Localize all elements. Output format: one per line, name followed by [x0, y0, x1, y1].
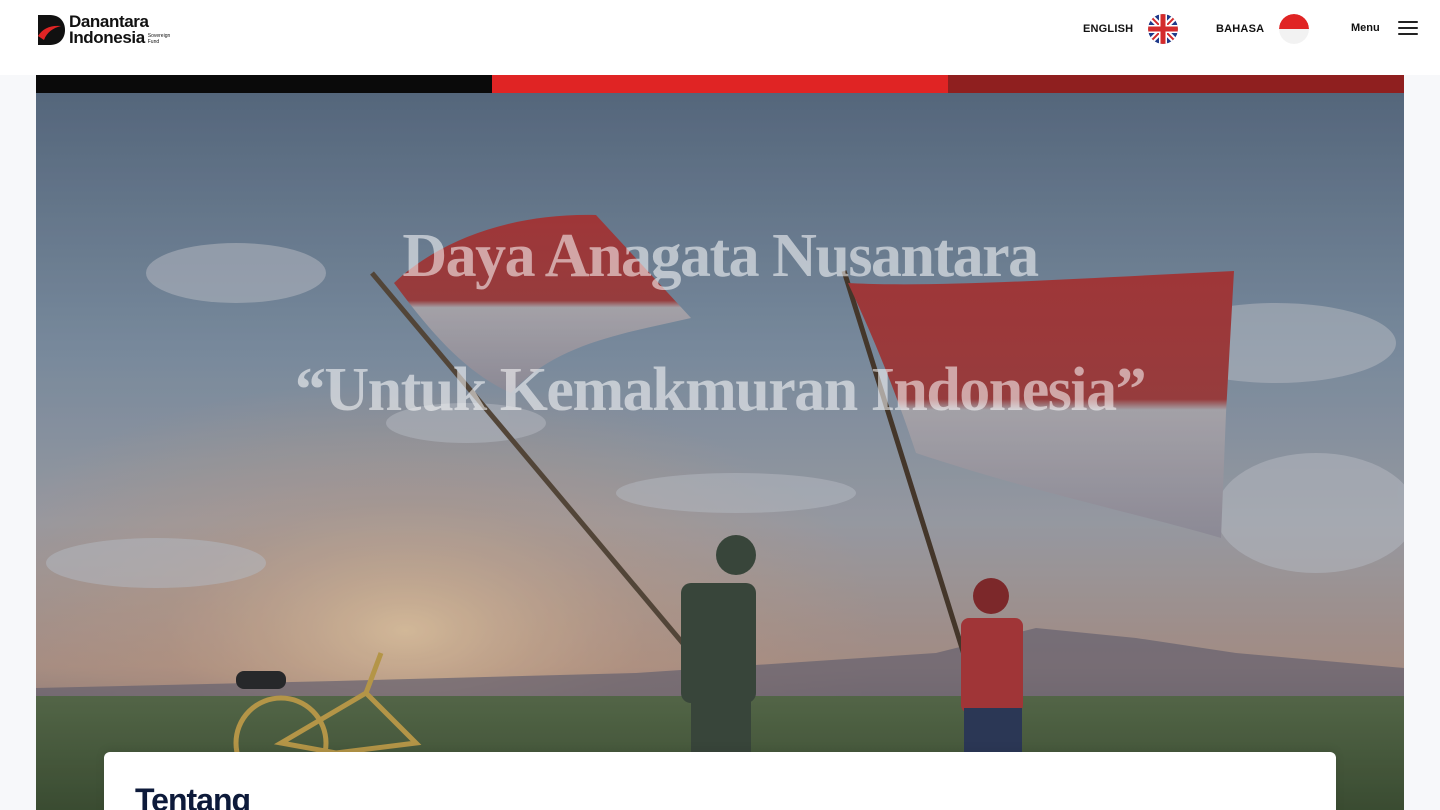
hero-title: Daya Anagata Nusantara — [402, 222, 1039, 290]
uk-flag-icon — [1148, 14, 1179, 44]
logo-line2: Indonesia — [69, 28, 145, 47]
indonesia-flag-icon — [1279, 14, 1310, 44]
language-english-label: ENGLISH — [1083, 23, 1134, 35]
logo-wordmark: Danantara Indonesia Sovereign Fund — [69, 13, 171, 47]
strip-dark-red — [948, 75, 1404, 93]
menu-label: Menu — [1351, 22, 1380, 34]
hero-subtitle: “Untuk Kemakmuran Indonesia” — [294, 356, 1147, 424]
logo[interactable]: Danantara Indonesia Sovereign Fund — [36, 13, 171, 47]
language-bahasa-label: BAHASA — [1216, 23, 1265, 35]
language-english-button[interactable]: ENGLISH — [1083, 14, 1179, 44]
logo-tagline-line2: Fund — [147, 39, 160, 45]
hero-banner: Daya Anagata Nusantara “Untuk Kemakmuran… — [36, 93, 1404, 810]
strip-black — [36, 75, 492, 93]
danantara-logo-mark-icon — [38, 15, 65, 45]
tricolor-strip — [36, 75, 1404, 93]
about-card: Tentang — [104, 752, 1336, 810]
site-header: Danantara Indonesia Sovereign Fund ENGLI… — [0, 0, 1440, 75]
strip-red — [492, 75, 948, 93]
hero-image — [36, 93, 1404, 810]
logo-tagline: Sovereign Fund — [148, 33, 171, 46]
about-heading: Tentang — [135, 782, 251, 810]
hamburger-icon — [1397, 20, 1418, 36]
menu-button[interactable]: Menu — [1351, 20, 1418, 36]
language-bahasa-button[interactable]: BAHASA — [1216, 14, 1310, 44]
